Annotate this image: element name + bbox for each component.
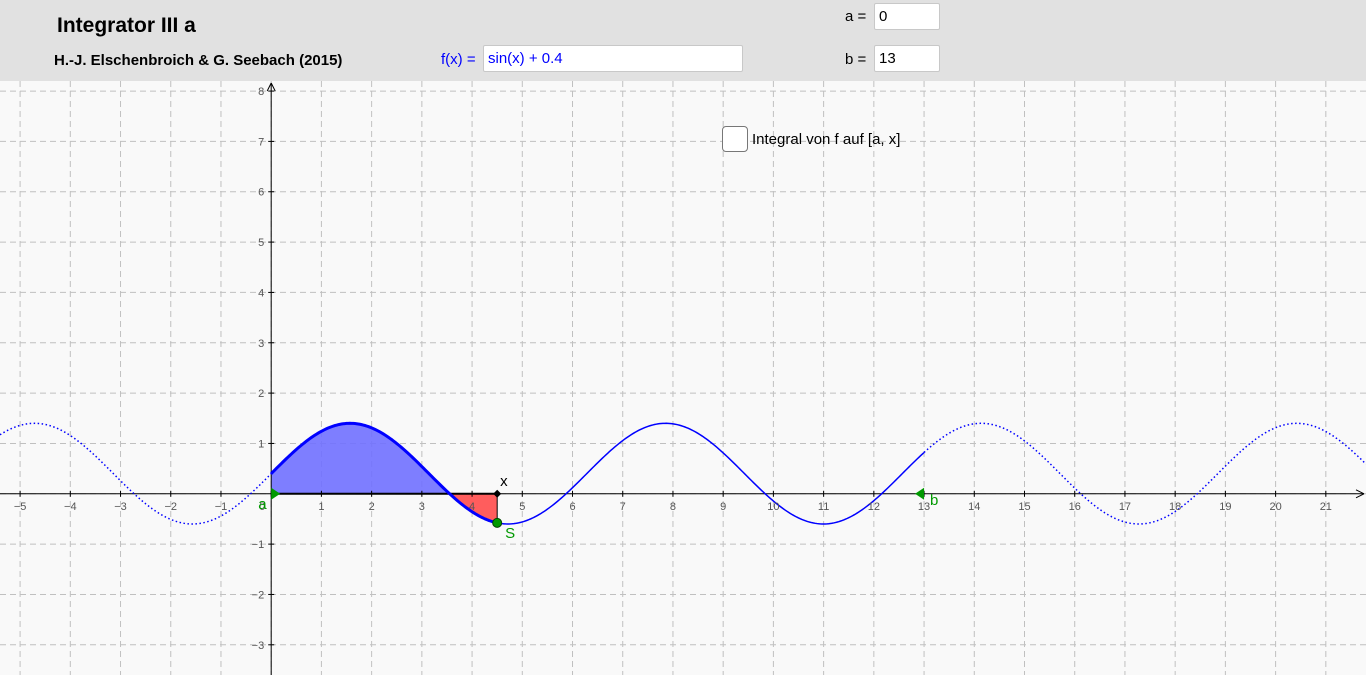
y-tick-label: 6: [258, 187, 264, 199]
y-tick-label: −3: [252, 640, 265, 652]
integral-checkbox[interactable]: [722, 126, 748, 152]
b-marker-arrow-icon[interactable]: [915, 487, 925, 500]
integral-areas: [271, 423, 498, 523]
x-tick-label: 1: [318, 501, 324, 513]
x-tick-label: 16: [1069, 501, 1081, 513]
b-input[interactable]: [874, 45, 940, 72]
x-tick-label: 12: [868, 501, 880, 513]
integral-checkbox-label: Integral von f auf [a, x]: [752, 131, 901, 148]
curve-right-dotted: [923, 422, 1366, 525]
y-tick-label: −1: [252, 539, 265, 551]
x-tick-label: 7: [620, 501, 626, 513]
authors-credit: H.-J. Elschenbroich & G. Seebach (2015): [54, 52, 343, 69]
b-label: b =: [845, 51, 867, 68]
y-tick-label: 3: [258, 338, 264, 350]
x-tick-label: 3: [419, 501, 425, 513]
function-label: f(x) =: [441, 51, 476, 68]
positive-area: [271, 423, 450, 494]
a-input[interactable]: [874, 3, 940, 30]
x-point-label: x: [500, 473, 508, 490]
x-tick-label: −5: [14, 501, 27, 513]
s-point[interactable]: [492, 517, 503, 528]
a-marker-label: a: [258, 496, 267, 513]
y-tick-label: 2: [258, 388, 264, 400]
y-tick-label: 1: [258, 438, 264, 450]
x-tick-label: 20: [1269, 501, 1281, 513]
x-tick-label: 9: [720, 501, 726, 513]
x-tick-label: −1: [215, 501, 228, 513]
function-curves: [0, 421, 1366, 525]
y-tick-label: 4: [258, 287, 264, 299]
x-tick-label: 8: [670, 501, 676, 513]
x-tick-label: 4: [469, 501, 475, 513]
x-tick-label: −4: [64, 501, 77, 513]
y-tick-label: 5: [258, 237, 264, 249]
x-tick-label: 6: [569, 501, 575, 513]
y-tick-label: 8: [258, 86, 264, 98]
header-bar: Integrator III a H.-J. Elschenbroich & G…: [0, 0, 1366, 81]
x-tick-label: 10: [767, 501, 779, 513]
axes: [0, 82, 1365, 675]
x-tick-label: 13: [918, 501, 930, 513]
grid-lines: [0, 81, 1366, 675]
x-tick-label: 17: [1119, 501, 1131, 513]
s-point-label: S: [505, 525, 515, 542]
curve-solid: [497, 422, 925, 525]
graph-view[interactable]: −5 −4 −3 −2 −1 0 1 2 3 4 5 6 7 8 9 10 11 12 13 14 15 16 17 18 19…: [0, 81, 1366, 675]
x-tick-label: 14: [968, 501, 980, 513]
x-tick-label: 5: [519, 501, 525, 513]
y-tick-label: 7: [258, 136, 264, 148]
page-title: Integrator III a: [57, 14, 196, 37]
x-tick-label: −3: [114, 501, 127, 513]
function-input[interactable]: [483, 45, 743, 72]
b-marker-label: b: [930, 492, 938, 509]
x-tick-label: 18: [1169, 501, 1181, 513]
x-tick-label: 2: [369, 501, 375, 513]
x-tick-label: 19: [1219, 501, 1231, 513]
x-tick-label: 11: [818, 501, 829, 513]
y-tick-label: −2: [252, 589, 265, 601]
x-tick-label: 15: [1018, 501, 1030, 513]
a-label: a =: [845, 8, 867, 25]
curve-left-dotted: [0, 422, 272, 525]
x-tick-label: 21: [1320, 501, 1332, 513]
x-tick-label: −2: [164, 501, 177, 513]
